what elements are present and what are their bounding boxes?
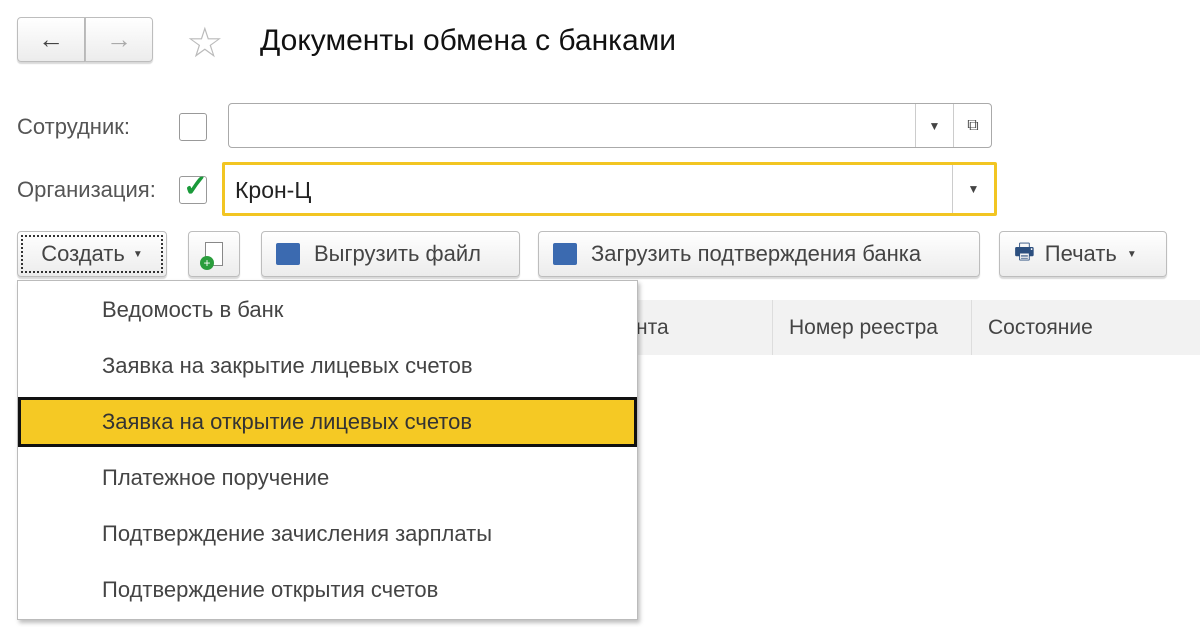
menu-item-salary-credit-confirmation[interactable]: Подтверждение зачисления зарплаты [18,509,637,559]
menu-item-bank-statement[interactable]: Ведомость в банк [18,285,637,335]
import-label: Загрузить подтверждения банка [591,241,922,266]
organization-checkbox[interactable]: ✓ [179,170,208,204]
back-button[interactable]: ← [17,17,85,62]
employee-input[interactable]: ▼ ⧉ [228,103,992,148]
page-title: Документы обмена с банками [260,24,677,57]
organization-value: Крон-Ц [235,177,312,203]
menu-item-label: Подтверждение открытия счетов [102,577,439,602]
menu-item-close-accounts-request[interactable]: Заявка на закрытие лицевых счетов [18,341,637,391]
column-label: Состояние [988,315,1093,339]
print-label: Печать [1044,241,1117,266]
employee-open-button[interactable]: ⧉ [953,104,992,147]
menu-item-label: Ведомость в банк [102,297,284,322]
create-dropdown-menu: Ведомость в банк Заявка на закрытие лице… [17,280,638,620]
export-label: Выгрузить файл [314,241,481,266]
favorite-star-icon[interactable]: ☆ [186,18,224,67]
printer-icon: 🖶 [1014,239,1035,264]
export-icon [276,243,300,265]
print-button[interactable]: 🖶 Печать ▼ [999,231,1167,277]
employee-label: Сотрудник: [17,114,130,139]
forward-button[interactable]: → [85,17,153,62]
chevron-down-icon: ▼ [132,248,143,260]
menu-item-label: Заявка на открытие лицевых счетов [102,409,473,434]
chevron-down-icon: ▼ [1126,248,1137,260]
employee-checkbox[interactable] [179,113,207,141]
column-header-status[interactable]: Состояние [972,300,1200,355]
menu-item-label: Заявка на закрытие лицевых счетов [102,353,473,378]
menu-item-account-opening-confirmation[interactable]: Подтверждение открытия счетов [18,565,637,615]
add-document-icon: + [200,242,223,270]
menu-item-label: Подтверждение зачисления зарплаты [102,521,493,546]
column-label: Номер реестра [789,315,938,339]
chevron-down-icon: ▼ [928,118,941,133]
chevron-down-icon: ▼ [967,182,980,196]
create-label: Создать [41,241,125,266]
add-document-button[interactable]: + [188,231,240,277]
checkmark-icon: ✓ [183,170,209,203]
open-window-icon: ⧉ [967,116,979,134]
create-button[interactable]: Создать ▼ [17,231,167,277]
menu-item-open-accounts-request[interactable]: Заявка на открытие лицевых счетов [18,397,637,447]
organization-label: Организация: [17,177,156,202]
import-icon [553,243,577,265]
organization-dropdown-button[interactable]: ▼ [952,165,994,213]
column-header-registry-number[interactable]: Номер реестра [773,300,972,355]
import-bank-confirmations-button[interactable]: Загрузить подтверждения банка [538,231,980,277]
employee-dropdown-button[interactable]: ▼ [915,104,953,147]
forward-arrow-icon: → [106,24,132,54]
menu-item-payment-order[interactable]: Платежное поручение [18,453,637,503]
organization-input[interactable]: Крон-Ц ▼ [222,162,997,216]
export-file-button[interactable]: Выгрузить файл [261,231,520,277]
back-arrow-icon: ← [38,24,64,54]
menu-item-label: Платежное поручение [102,465,330,490]
